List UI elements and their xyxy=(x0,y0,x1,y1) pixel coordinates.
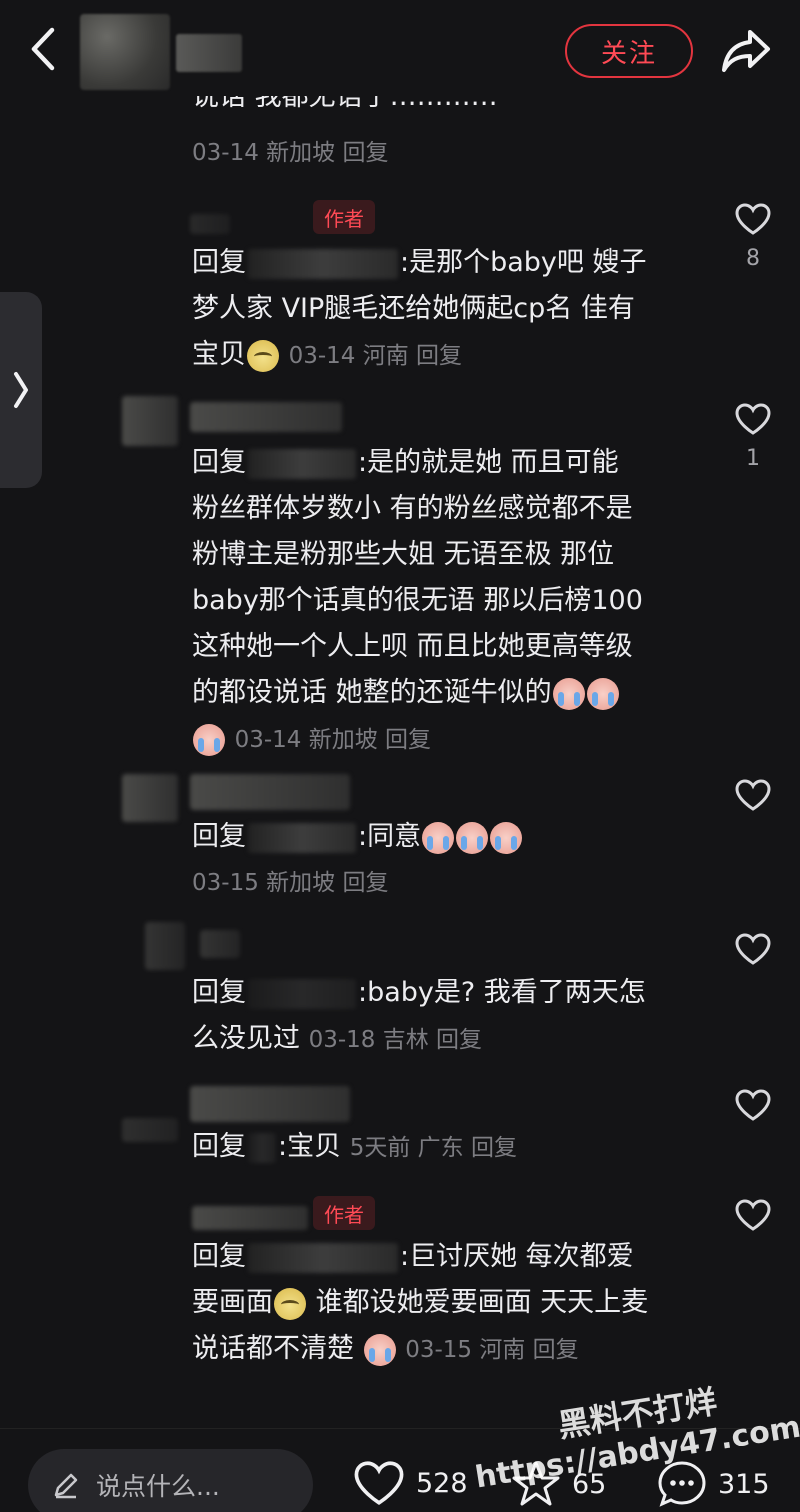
comment-body: 回复:巨讨厌她 每次都爱 要画面 谁都设她爱要画面 天天上麦 说话都不清楚 03… xyxy=(192,1241,649,1366)
emoji-icon xyxy=(247,339,279,372)
commenter-avatar[interactable] xyxy=(122,1118,178,1142)
heart-icon xyxy=(354,1461,404,1505)
author-badge: 作者 xyxy=(313,1196,375,1230)
follow-button[interactable]: 关注 xyxy=(565,24,693,78)
star-stat-count: 65 xyxy=(572,1468,607,1500)
comment-body: 回复:同意 03-15 新加坡 回复 xyxy=(192,814,692,906)
share-button[interactable] xyxy=(720,24,772,76)
bottom-bar: 说点什么... 528 65 315 xyxy=(0,1428,800,1512)
heart-icon xyxy=(735,1199,771,1231)
comment-bubble-icon xyxy=(658,1461,706,1507)
star-stat-button[interactable]: 65 xyxy=(510,1459,606,1509)
comment-page: 关注 说话 我都无语了………… 03-14 新加坡 回复 作者 回复:是那个ba… xyxy=(0,0,800,1512)
heart-icon xyxy=(735,933,771,965)
like-button[interactable]: 1 xyxy=(730,402,776,474)
chevron-right-icon xyxy=(14,372,28,408)
commenter-avatar[interactable] xyxy=(122,774,178,822)
comment-partial-text: 说话 我都无语了………… xyxy=(192,96,498,112)
like-stat-count: 528 xyxy=(416,1467,468,1499)
mention-name[interactable] xyxy=(248,248,398,279)
emoji-icon xyxy=(456,821,489,854)
emoji-icon xyxy=(552,677,585,710)
side-panel-tab[interactable] xyxy=(0,292,42,488)
emoji-icon xyxy=(363,1333,396,1366)
like-button[interactable] xyxy=(730,1088,776,1122)
heart-icon xyxy=(735,403,771,435)
comment-stat-button[interactable]: 315 xyxy=(656,1459,770,1509)
mention-name[interactable] xyxy=(248,1242,398,1273)
mention-name[interactable] xyxy=(248,1132,276,1163)
like-count: 1 xyxy=(746,446,760,471)
comment-body: 回复:是那个baby吧 嫂子 梦人家 VIP腿毛还给她俩起cp名 佳有 宝贝 0… xyxy=(192,247,647,372)
author-badge: 作者 xyxy=(313,200,375,234)
commenter-name[interactable] xyxy=(192,1206,308,1230)
star-icon xyxy=(512,1461,560,1506)
like-button[interactable] xyxy=(730,932,776,966)
mention-name[interactable] xyxy=(248,448,356,479)
author-name[interactable] xyxy=(176,34,242,72)
comment-meta: 03-14 新加坡 回复 xyxy=(192,140,389,166)
author-avatar[interactable] xyxy=(80,14,170,90)
emoji-icon xyxy=(586,677,619,710)
mention-name[interactable] xyxy=(248,822,356,853)
heart-icon xyxy=(735,779,771,811)
back-button[interactable] xyxy=(22,24,68,74)
comment-input[interactable]: 说点什么... xyxy=(28,1449,313,1512)
comment-input-placeholder: 说点什么... xyxy=(96,1472,220,1501)
comment-body: 回复:baby是? 我看了两天怎 么没见过 03-18 吉林 回复 xyxy=(192,977,646,1054)
like-button[interactable]: 8 xyxy=(730,202,776,274)
like-button[interactable] xyxy=(730,1198,776,1232)
comment-stat-count: 315 xyxy=(718,1468,770,1500)
comment-body: 回复:宝贝 5天前 广东 回复 xyxy=(192,1131,517,1163)
commenter-avatar[interactable] xyxy=(122,396,178,446)
comment-body: 回复:是的就是她 而且可能 粉丝群体岁数小 有的粉丝感觉都不是 粉博主是粉那些大… xyxy=(192,440,692,763)
reply-avatar[interactable] xyxy=(190,214,230,234)
pen-icon xyxy=(54,1473,78,1499)
commenter-name[interactable] xyxy=(190,774,350,810)
header: 关注 xyxy=(0,0,800,100)
emoji-icon xyxy=(422,821,455,854)
heart-icon xyxy=(735,1089,771,1121)
like-count: 8 xyxy=(746,246,760,271)
like-stat-button[interactable]: 528 xyxy=(352,1459,468,1507)
commenter-avatar[interactable] xyxy=(145,922,185,970)
commenter-name[interactable] xyxy=(190,402,342,432)
commenter-name[interactable] xyxy=(200,930,240,958)
commenter-name[interactable] xyxy=(190,1086,350,1122)
heart-icon xyxy=(735,203,771,235)
share-icon xyxy=(722,30,770,72)
emoji-icon xyxy=(193,723,225,756)
mention-name[interactable] xyxy=(248,978,356,1009)
back-icon xyxy=(31,27,55,71)
like-button[interactable] xyxy=(730,778,776,812)
emoji-icon xyxy=(274,1287,306,1320)
emoji-icon xyxy=(490,821,523,854)
